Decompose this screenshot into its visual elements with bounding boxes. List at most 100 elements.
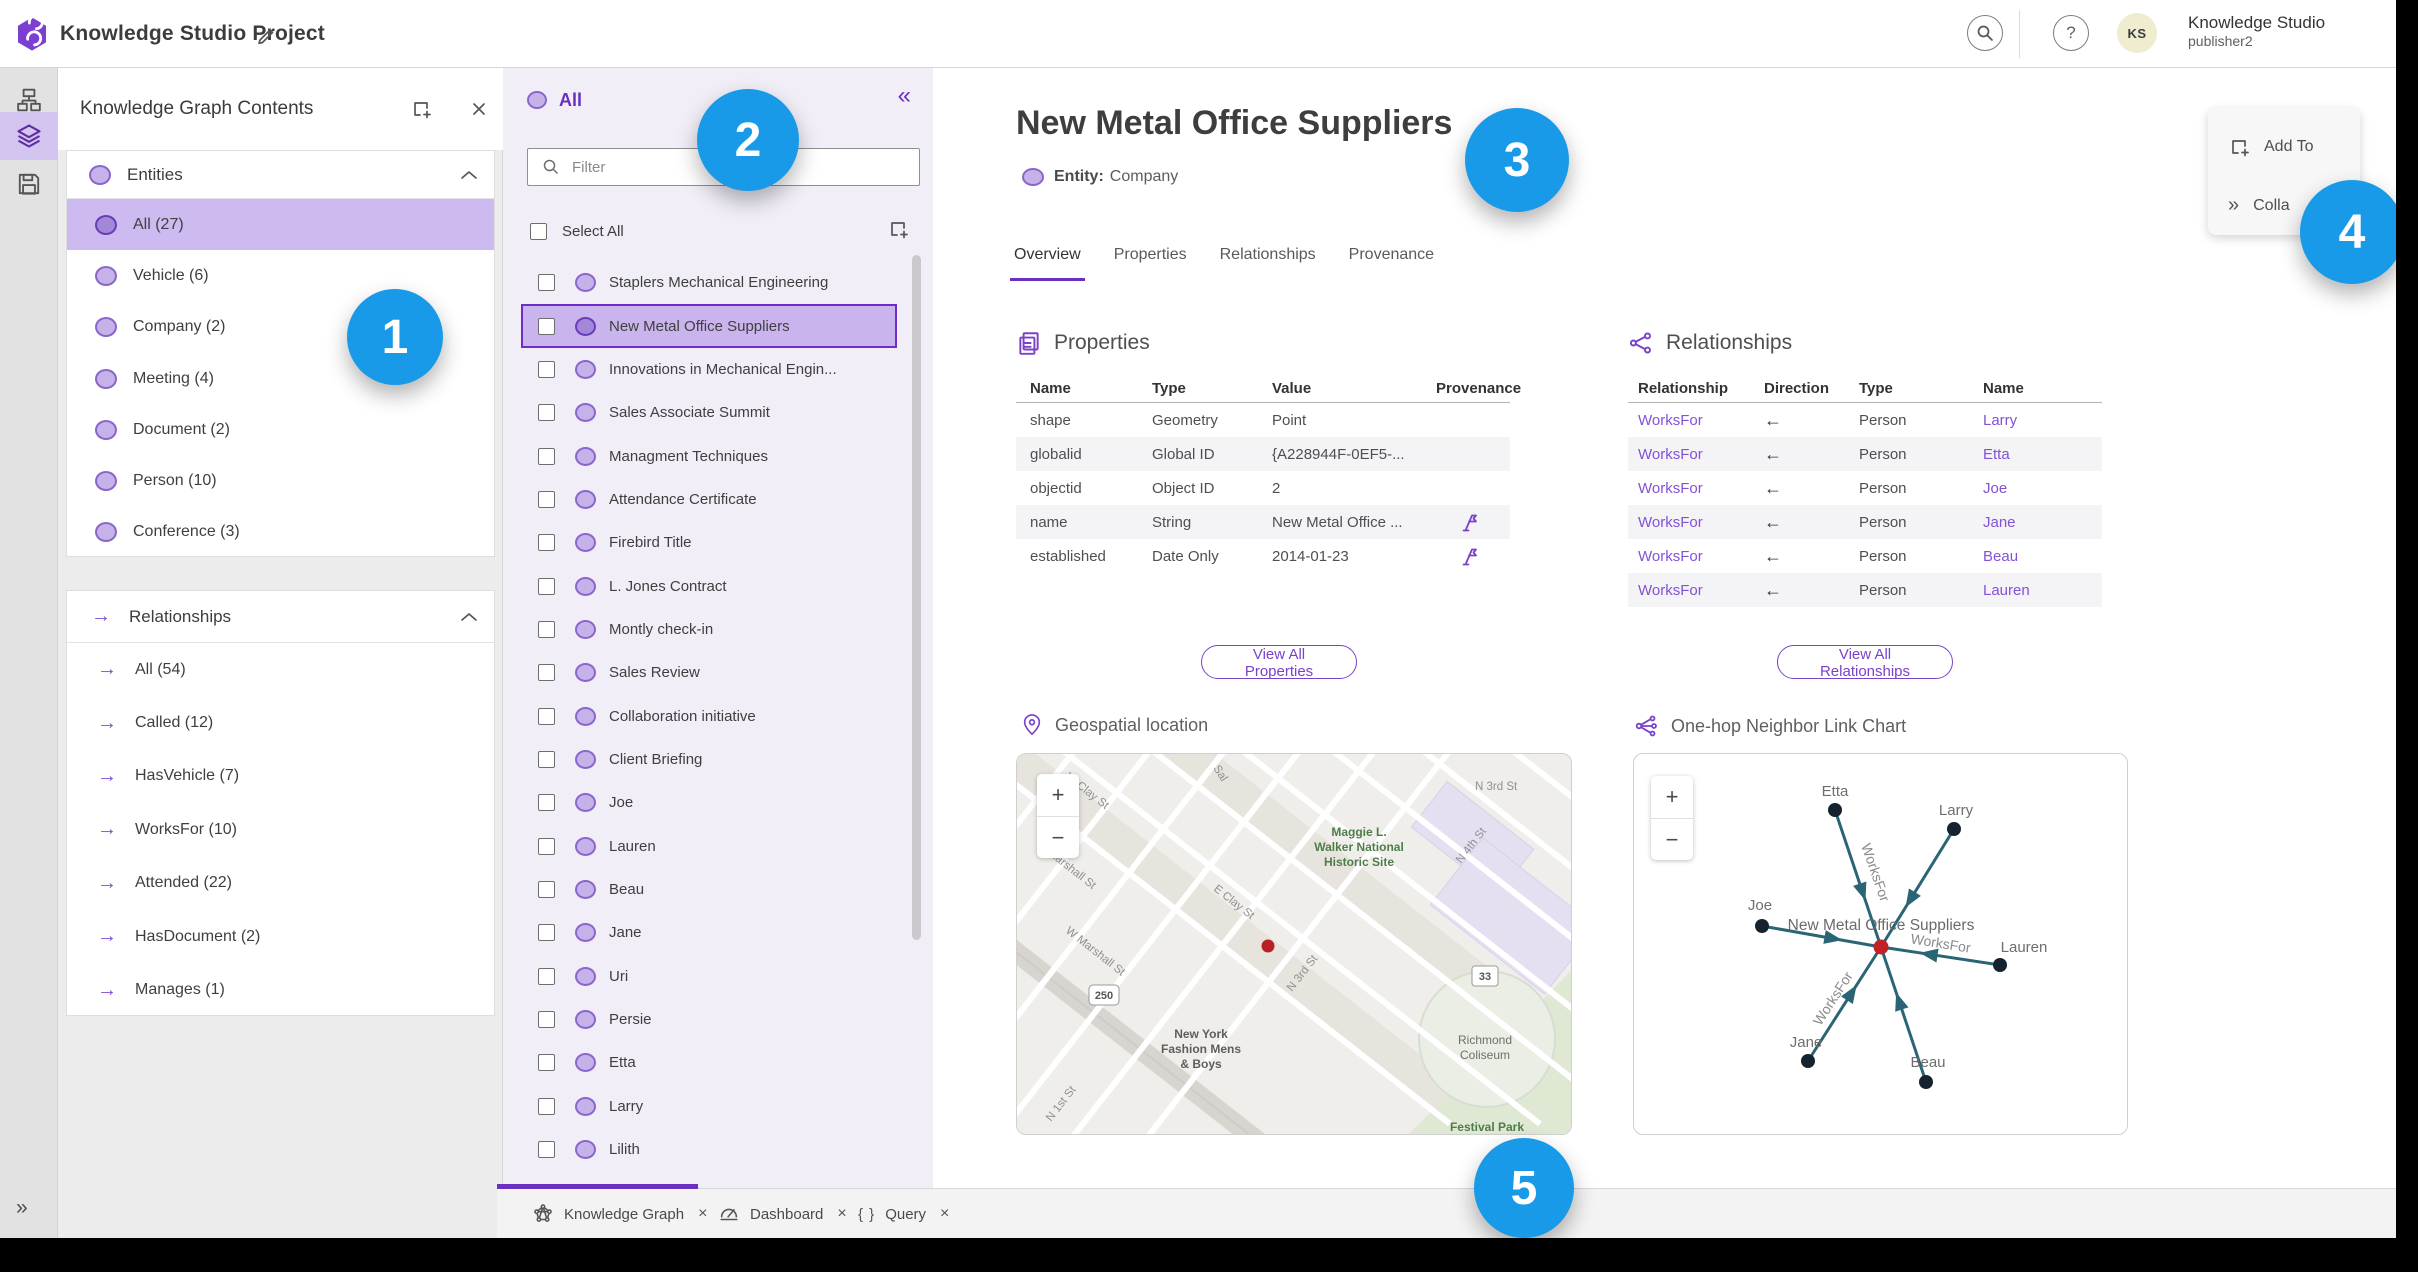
tab-knowledge-graph[interactable]: Knowledge Graph × [532,1189,707,1239]
item-checkbox[interactable] [538,404,555,422]
zoom-out-button[interactable]: − [1651,818,1693,860]
tab-provenance[interactable]: Provenance [1345,246,1438,281]
add-to-new-icon[interactable] [410,98,432,120]
collapse-entities-icon[interactable] [460,169,478,181]
entity-type-item[interactable]: All (27) [67,199,494,251]
entity-list-item[interactable]: Attendance Certificate [521,478,897,521]
item-checkbox[interactable] [538,534,555,552]
account-info[interactable]: Knowledge Studio publisher2 [2188,12,2325,51]
item-checkbox[interactable] [538,664,555,682]
search-button[interactable] [1967,15,2003,51]
tab-query[interactable]: { } Query × [858,1189,949,1239]
item-checkbox[interactable] [538,1054,555,1072]
entity-link[interactable]: Beau [1983,548,2102,565]
relationship-type-item[interactable]: → All (54) [67,643,494,696]
relationship-type-item[interactable]: → Attended (22) [67,857,494,910]
list-scrollbar[interactable] [912,255,921,940]
entity-list-item[interactable]: Client Briefing [521,738,897,781]
entity-list-item[interactable]: Uri [521,955,897,998]
item-checkbox[interactable] [538,360,555,378]
collapse-relationships-icon[interactable] [460,611,478,623]
entity-list-item[interactable]: Montly check-in [521,608,897,651]
entity-list-item[interactable]: Sales Review [521,651,897,694]
help-button[interactable]: ? [2053,15,2089,51]
tab-relationships[interactable]: Relationships [1216,246,1320,281]
entity-list-item[interactable]: Managment Techniques [521,434,897,477]
entity-list-item[interactable]: Etta [521,1041,897,1084]
close-panel-icon[interactable] [468,98,490,120]
collapse-list-panel-icon[interactable]: « [898,82,911,110]
entity-link[interactable]: Etta [1983,446,2102,463]
entity-list-item[interactable]: Lauren [521,824,897,867]
item-checkbox[interactable] [538,837,555,855]
item-checkbox[interactable] [538,447,555,465]
edit-title-icon[interactable] [256,24,276,44]
entity-list-item[interactable]: Innovations in Mechanical Engin... [521,348,897,391]
item-checkbox[interactable] [538,880,555,898]
tab-overview[interactable]: Overview [1010,246,1085,281]
entity-list-item[interactable]: Staplers Mechanical Engineering [521,261,897,304]
entity-list-item[interactable]: Collaboration initiative [521,694,897,737]
entity-link[interactable]: Joe [1983,480,2102,497]
relationship-link[interactable]: WorksFor [1638,412,1764,429]
item-checkbox[interactable] [538,794,555,812]
relationship-link[interactable]: WorksFor [1638,548,1764,565]
entity-link[interactable]: Jane [1983,514,2102,531]
relationships-header[interactable]: → Relationships [67,591,494,643]
entity-list-item[interactable]: New Metal Office Suppliers [521,304,897,348]
geospatial-map[interactable]: W Clay St Sal Marshall St W Marshall St … [1016,753,1572,1135]
entity-type-item[interactable]: Person (10) [67,455,494,506]
relationship-type-item[interactable]: → Called (12) [67,696,494,749]
entity-list-item[interactable]: Firebird Title [521,521,897,564]
select-all-checkbox[interactable] [530,222,547,240]
provenance-flag-icon[interactable] [1436,513,1510,532]
item-checkbox[interactable] [538,967,555,985]
item-checkbox[interactable] [538,274,555,292]
entity-list-item[interactable]: Persie [521,998,897,1041]
item-checkbox[interactable] [538,490,555,508]
entity-list-item[interactable]: L. Jones Contract [521,564,897,607]
entity-type-item[interactable]: Document (2) [67,404,494,455]
item-checkbox[interactable] [538,620,555,638]
relationship-type-item[interactable]: → WorksFor (10) [67,803,494,856]
item-checkbox[interactable] [538,707,555,725]
close-tab-icon[interactable]: × [837,1205,846,1223]
link-chart[interactable]: WorksFor WorksFor WorksFor Etta Larry Jo… [1633,753,2128,1135]
add-to-new-icon[interactable] [887,218,909,240]
relationship-link[interactable]: WorksFor [1638,446,1764,463]
item-checkbox[interactable] [538,1097,555,1115]
avatar[interactable]: KS [2117,13,2157,53]
view-all-properties-button[interactable]: View All Properties [1201,645,1357,680]
relationship-link[interactable]: WorksFor [1638,514,1764,531]
entity-list-item[interactable]: Larry [521,1085,897,1128]
relationship-type-item[interactable]: → HasDocument (2) [67,910,494,963]
entity-list-item[interactable]: Jane [521,911,897,954]
close-tab-icon[interactable]: × [940,1205,949,1223]
zoom-in-button[interactable]: + [1651,776,1693,818]
close-tab-icon[interactable]: × [698,1205,707,1223]
tab-dashboard[interactable]: Dashboard × [718,1189,847,1239]
entity-list-item[interactable]: Sales Associate Summit [521,391,897,434]
zoom-in-button[interactable]: + [1037,774,1079,816]
relationship-type-item[interactable]: → Manages (1) [67,963,494,1016]
expand-rail-icon[interactable]: » [16,1196,28,1220]
tab-properties[interactable]: Properties [1110,246,1191,281]
entity-link[interactable]: Lauren [1983,582,2102,599]
zoom-out-button[interactable]: − [1037,816,1079,858]
relationship-link[interactable]: WorksFor [1638,480,1764,497]
relationship-type-item[interactable]: → HasVehicle (7) [67,750,494,803]
view-all-relationships-button[interactable]: View All Relationships [1777,645,1953,680]
add-to-menu-item[interactable]: Add To [2228,136,2314,158]
entity-link[interactable]: Larry [1983,412,2102,429]
provenance-flag-icon[interactable] [1436,547,1510,566]
entity-type-item[interactable]: Conference (3) [67,507,494,558]
collapse-menu-item[interactable]: » Colla [2228,194,2290,217]
entity-type-item[interactable]: Vehicle (6) [67,250,494,301]
relationship-link[interactable]: WorksFor [1638,582,1764,599]
entity-list-item[interactable]: Lilith [521,1128,897,1171]
entity-list-item[interactable]: Beau [521,868,897,911]
item-checkbox[interactable] [538,577,555,595]
entity-list-item[interactable]: Joe [521,781,897,824]
entities-header[interactable]: Entities [67,151,494,199]
item-checkbox[interactable] [538,924,555,942]
